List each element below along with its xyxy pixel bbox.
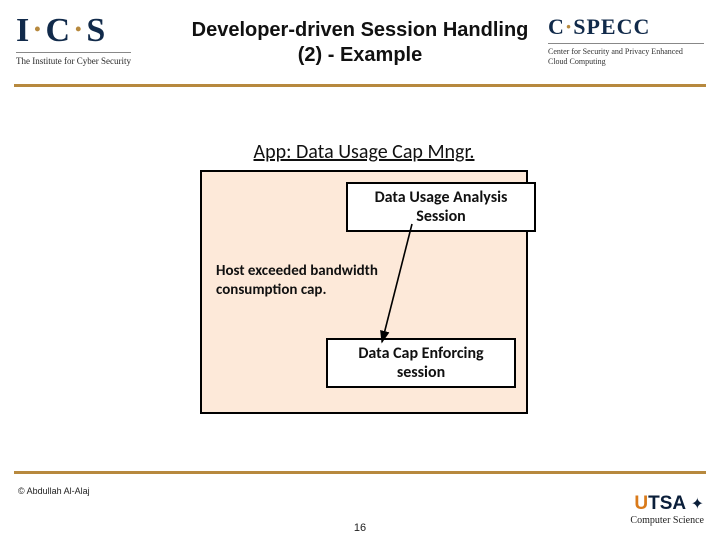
logo-utsa-line: UTSA ✦ — [630, 493, 704, 515]
roadrunner-icon: ✦ — [691, 496, 704, 513]
copyright: © Abdullah Al-Alaj — [18, 486, 90, 496]
cause-text: Host exceeded bandwidth consumption cap. — [216, 262, 426, 300]
session-box-enforcing: Data Cap Enforcing session — [326, 338, 516, 388]
slide-title: Developer-driven Session Handling (2) - … — [190, 18, 530, 68]
page-number: 16 — [0, 522, 720, 534]
diagram-title: App: Data Usage Cap Mngr. — [202, 140, 526, 164]
logo-ics: I•C•S The Institute for Cyber Security — [16, 12, 131, 66]
footer-divider — [14, 471, 706, 474]
logo-cspecc: C·SPECC Center for Security and Privacy … — [548, 14, 704, 67]
logo-utsa: UTSA ✦ Computer Science — [630, 493, 704, 526]
logo-cspecc-name: C·SPECC — [548, 14, 704, 40]
logo-utsa-dept: Computer Science — [630, 515, 704, 526]
diagram-panel: App: Data Usage Cap Mngr. Data Usage Ana… — [200, 170, 528, 414]
slide-header: I•C•S The Institute for Cyber Security D… — [0, 8, 720, 94]
header-divider — [14, 84, 706, 87]
logo-ics-letters: I•C•S — [16, 12, 131, 50]
session-box-analysis: Data Usage Analysis Session — [346, 182, 536, 232]
logo-utsa-bold: UTSA — [634, 493, 686, 514]
logo-ics-subtitle: The Institute for Cyber Security — [16, 52, 131, 66]
logo-cspecc-subtitle: Center for Security and Privacy Enhanced… — [548, 43, 704, 67]
